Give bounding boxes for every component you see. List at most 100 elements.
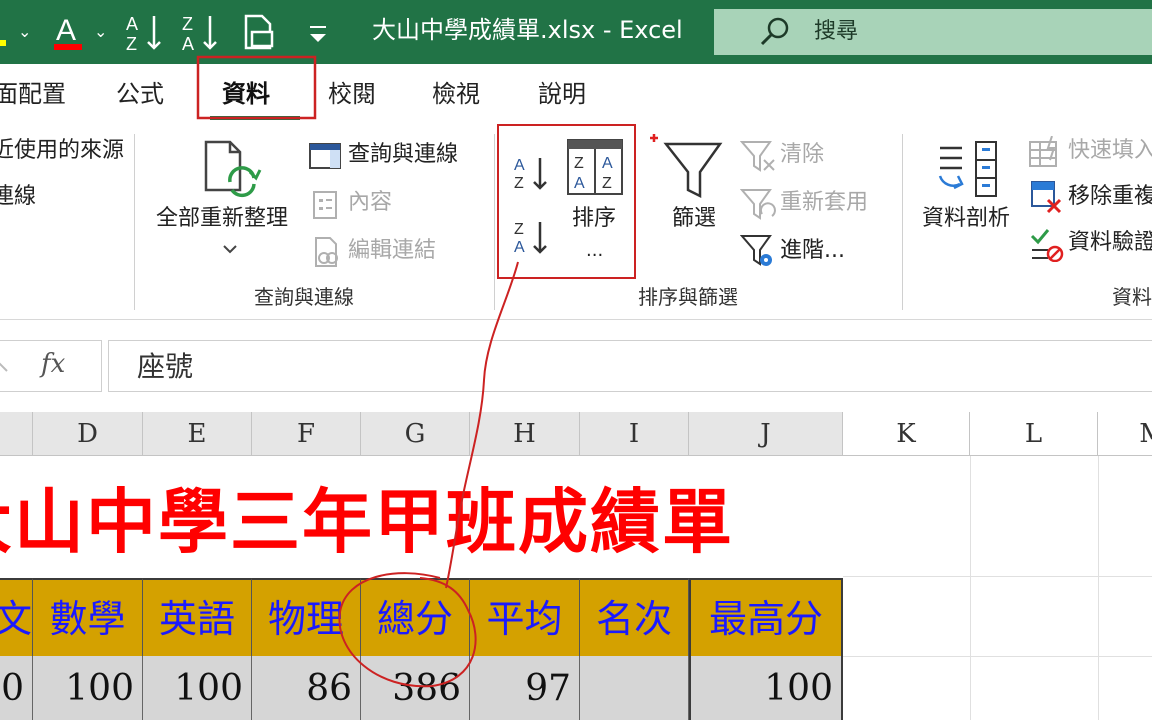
recent-sources-button[interactable]: 最近使用的來源 [0,136,124,166]
column-header-m[interactable]: M [1098,412,1152,456]
group-label-data-tools: 資料 [1112,285,1152,309]
cell-physics[interactable]: 86 [252,656,361,720]
column-header-g[interactable]: G [361,412,470,456]
cell-rank[interactable] [580,656,689,720]
sheet-title: 大山中學三年甲班成績單 [0,481,734,563]
group-separator [494,134,495,310]
text-to-columns-button[interactable]: 資料剖析 [922,204,1010,234]
column-header-h[interactable]: H [470,412,580,456]
header-cell-physics[interactable]: 物理 [252,578,361,656]
gridline [1098,456,1099,720]
header-cell-math[interactable]: 數學 [33,578,143,656]
tab-help[interactable]: 說明 [538,76,586,112]
edit-links-icon [315,237,338,267]
insert-function-icon[interactable]: fx [41,349,65,379]
header-cell-chinese[interactable]: 國文 [0,578,33,656]
advanced-button[interactable]: 進階... [780,236,845,266]
formula-input[interactable]: 座號 [108,340,1152,392]
filter-button[interactable]: 篩選 [672,204,716,234]
flash-fill-button[interactable]: 快速填入 [1068,136,1152,166]
gridline [970,456,971,720]
edit-links-button[interactable]: 編輯連結 [348,236,436,266]
advanced-filter-icon [740,235,772,266]
highlight-color-icon[interactable] [0,10,14,54]
refresh-all-button[interactable]: 全部重新整理 [156,204,288,234]
group-separator [134,134,135,310]
flash-fill-icon [1029,136,1057,167]
properties-button[interactable]: 內容 [348,188,392,218]
remove-duplicates-button[interactable]: 移除重複 [1068,182,1152,212]
search-icon [760,17,789,46]
remove-duplicates-icon [1031,181,1062,214]
cell-max[interactable]: 100 [689,656,843,720]
cancel-icon[interactable] [0,355,11,377]
svg-text:A: A [126,14,138,34]
tab-data[interactable]: 資料 [222,76,270,112]
sort-z-to-a-icon[interactable]: Z A [512,216,552,258]
properties-icon [313,191,337,219]
print-preview-icon[interactable] [240,10,280,54]
svg-text:A: A [602,155,613,172]
search-box[interactable]: 搜尋 [714,9,1152,55]
column-header-k[interactable]: K [843,412,970,456]
column-header-j[interactable]: J [689,412,843,456]
tab-page-layout[interactable]: 頁面配置 [0,76,66,112]
svg-text:A: A [514,157,525,174]
tab-review[interactable]: 校閱 [328,76,376,112]
refresh-dropdown-icon[interactable] [222,242,238,256]
refresh-all-icon [204,140,262,198]
font-color-icon[interactable]: A [52,10,86,54]
sort-ascending-icon[interactable]: AZ [124,10,168,54]
queries-connections-button[interactable]: 查詢與連線 [348,140,458,170]
group-label-sort-filter: 排序與篩選 [638,285,738,309]
cell-average[interactable]: 97 [470,656,580,720]
header-cell-english[interactable]: 英語 [143,578,252,656]
customize-qat-icon[interactable] [304,10,332,54]
sort-button[interactable]: 排序 [572,204,616,234]
highlight-dropdown-icon[interactable]: ⌄ [18,12,31,52]
clear-filter-icon [740,141,775,172]
excel-window: ⌄ A ⌄ AZ ZA 大山中學成績單.xlsx - Excel 搜尋 頁面配置 [0,0,1152,720]
sort-a-to-z-icon[interactable]: A Z [512,152,552,194]
svg-text:A: A [574,175,585,192]
header-cell-average[interactable]: 平均 [470,578,580,656]
sort-descending-icon[interactable]: ZA [180,10,224,54]
gridline [843,576,1152,577]
sort-dialog-icon: Z A A Z [567,139,623,195]
group-label-queries: 查詢與連線 [254,285,354,309]
header-cell-max[interactable]: 最高分 [689,578,843,656]
ribbon-data: 最近使用的來源 現有連線 全部重新整理 查詢與連線 內容 編輯連結 查詢與連線 … [0,124,1152,320]
tab-view[interactable]: 檢視 [432,76,480,112]
svg-text:A: A [56,14,76,47]
column-header-i[interactable]: I [580,412,689,456]
column-header-c[interactable]: C [0,412,33,456]
search-label: 搜尋 [814,19,859,44]
formula-value: 座號 [137,350,194,383]
header-cell-rank[interactable]: 名次 [580,578,689,656]
worksheet-grid[interactable]: C D E F G H I J K L M 大山中學三年甲班成績單 國文 數學 … [0,412,1152,720]
formula-buttons: fx [0,340,102,392]
cell-total[interactable]: 386 [361,656,470,720]
reapply-button[interactable]: 重新套用 [780,188,868,218]
filter-icon [650,134,723,199]
existing-connections-button[interactable]: 現有連線 [0,182,36,212]
tab-formulas[interactable]: 公式 [116,76,164,112]
svg-text:Z: Z [602,175,612,192]
active-tab-underline [210,116,300,120]
column-header-l[interactable]: L [970,412,1098,456]
column-header-e[interactable]: E [143,412,252,456]
cell-english[interactable]: 100 [143,656,252,720]
clear-button[interactable]: 清除 [780,140,824,170]
cell-math[interactable]: 100 [33,656,143,720]
header-cell-total[interactable]: 總分 [361,578,470,656]
column-header-d[interactable]: D [33,412,143,456]
data-validation-button[interactable]: 資料驗證 [1068,228,1152,258]
sort-ellipsis: ... [586,240,604,261]
svg-text:Z: Z [182,14,193,34]
cell-chinese[interactable]: 100 [0,656,33,720]
column-header-f[interactable]: F [252,412,361,456]
svg-text:Z: Z [126,34,137,54]
gridline [843,656,1152,657]
font-color-dropdown-icon[interactable]: ⌄ [94,12,107,52]
document-title: 大山中學成績單.xlsx - Excel [372,16,683,44]
